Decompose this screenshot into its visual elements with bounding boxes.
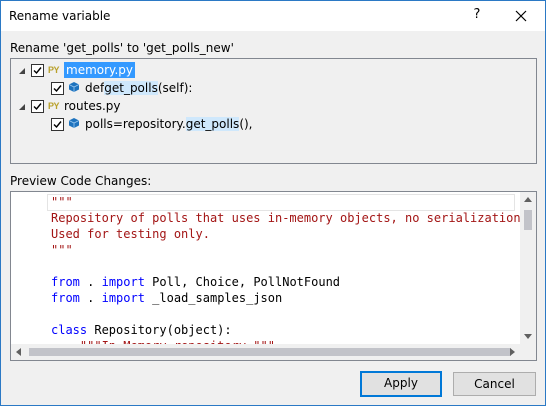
code-line: """ bbox=[51, 195, 73, 209]
scrollbar-corner bbox=[520, 344, 536, 360]
code-text: """ Repository of polls that uses in-mem… bbox=[51, 194, 528, 354]
references-tree: PY memory.py def get_polls (self): PY rou… bbox=[10, 58, 537, 164]
file-name: routes.py bbox=[64, 99, 121, 113]
keyword: from bbox=[51, 275, 80, 289]
keyword: class bbox=[51, 323, 88, 337]
vertical-scrollbar[interactable] bbox=[520, 192, 536, 344]
file-name: memory.py bbox=[64, 62, 135, 78]
scroll-left-icon[interactable] bbox=[16, 348, 21, 356]
code-preview[interactable]: """ Repository of polls that uses in-mem… bbox=[10, 191, 537, 361]
preview-label: Preview Code Changes: bbox=[10, 174, 152, 188]
collapse-arrow-icon[interactable] bbox=[17, 101, 27, 111]
title-bar: Rename variable ? bbox=[1, 1, 545, 31]
code-reference-icon bbox=[68, 81, 80, 96]
python-file-icon: PY bbox=[48, 101, 60, 111]
code-reference-icon bbox=[68, 117, 80, 132]
tree-item-def-get-polls[interactable]: def get_polls (self): bbox=[51, 79, 192, 97]
keyword: import bbox=[101, 291, 145, 305]
scroll-up-icon[interactable] bbox=[524, 197, 532, 202]
polls-reference-checkbox[interactable] bbox=[51, 117, 64, 131]
tree-item-memory-py[interactable]: PY memory.py bbox=[17, 61, 135, 79]
code-token: . bbox=[79, 291, 102, 305]
code-token: . bbox=[79, 275, 102, 289]
code-token: Repository(object): bbox=[87, 323, 232, 337]
rename-variable-dialog: Rename variable ? Rename 'get_polls' to … bbox=[0, 0, 546, 406]
code-line: """ bbox=[51, 243, 73, 257]
tree-item-routes-py[interactable]: PY routes.py bbox=[17, 97, 121, 115]
cancel-button[interactable]: Cancel bbox=[453, 372, 536, 396]
vertical-scroll-thumb[interactable] bbox=[524, 210, 532, 230]
horizontal-scroll-thumb[interactable] bbox=[29, 348, 511, 356]
code-line: Repository of polls that uses in-memory … bbox=[51, 211, 528, 225]
scroll-down-icon[interactable] bbox=[524, 334, 532, 339]
keyword: from bbox=[51, 291, 80, 305]
apply-button[interactable]: Apply bbox=[360, 371, 442, 397]
rename-label: Rename 'get_polls' to 'get_polls_new' bbox=[10, 41, 234, 55]
python-file-icon: PY bbox=[48, 65, 60, 75]
code-line: Used for testing only. bbox=[51, 227, 210, 241]
memory-py-checkbox[interactable] bbox=[31, 63, 44, 77]
keyword: import bbox=[101, 275, 145, 289]
routes-py-checkbox[interactable] bbox=[31, 99, 44, 113]
reference-prefix: polls=repository. bbox=[85, 117, 186, 131]
collapse-arrow-icon[interactable] bbox=[17, 65, 27, 75]
reference-prefix: def bbox=[85, 81, 105, 95]
def-get-polls-checkbox[interactable] bbox=[51, 81, 64, 95]
reference-suffix: (), bbox=[239, 117, 253, 131]
help-button[interactable]: ? bbox=[467, 7, 487, 25]
close-icon bbox=[515, 10, 527, 22]
tree-item-polls-reference[interactable]: polls=repository. get_polls (), bbox=[51, 115, 253, 133]
reference-match: get_polls bbox=[104, 81, 158, 95]
code-token: Poll, Choice, PollNotFound bbox=[144, 275, 341, 289]
reference-match: get_polls bbox=[185, 117, 240, 131]
dialog-title: Rename variable bbox=[9, 9, 111, 23]
reference-suffix: (self): bbox=[157, 81, 193, 95]
code-token: _load_samples_json bbox=[144, 291, 283, 305]
close-button[interactable] bbox=[511, 6, 531, 26]
horizontal-scrollbar[interactable] bbox=[11, 344, 520, 360]
scroll-right-icon[interactable] bbox=[510, 348, 515, 356]
